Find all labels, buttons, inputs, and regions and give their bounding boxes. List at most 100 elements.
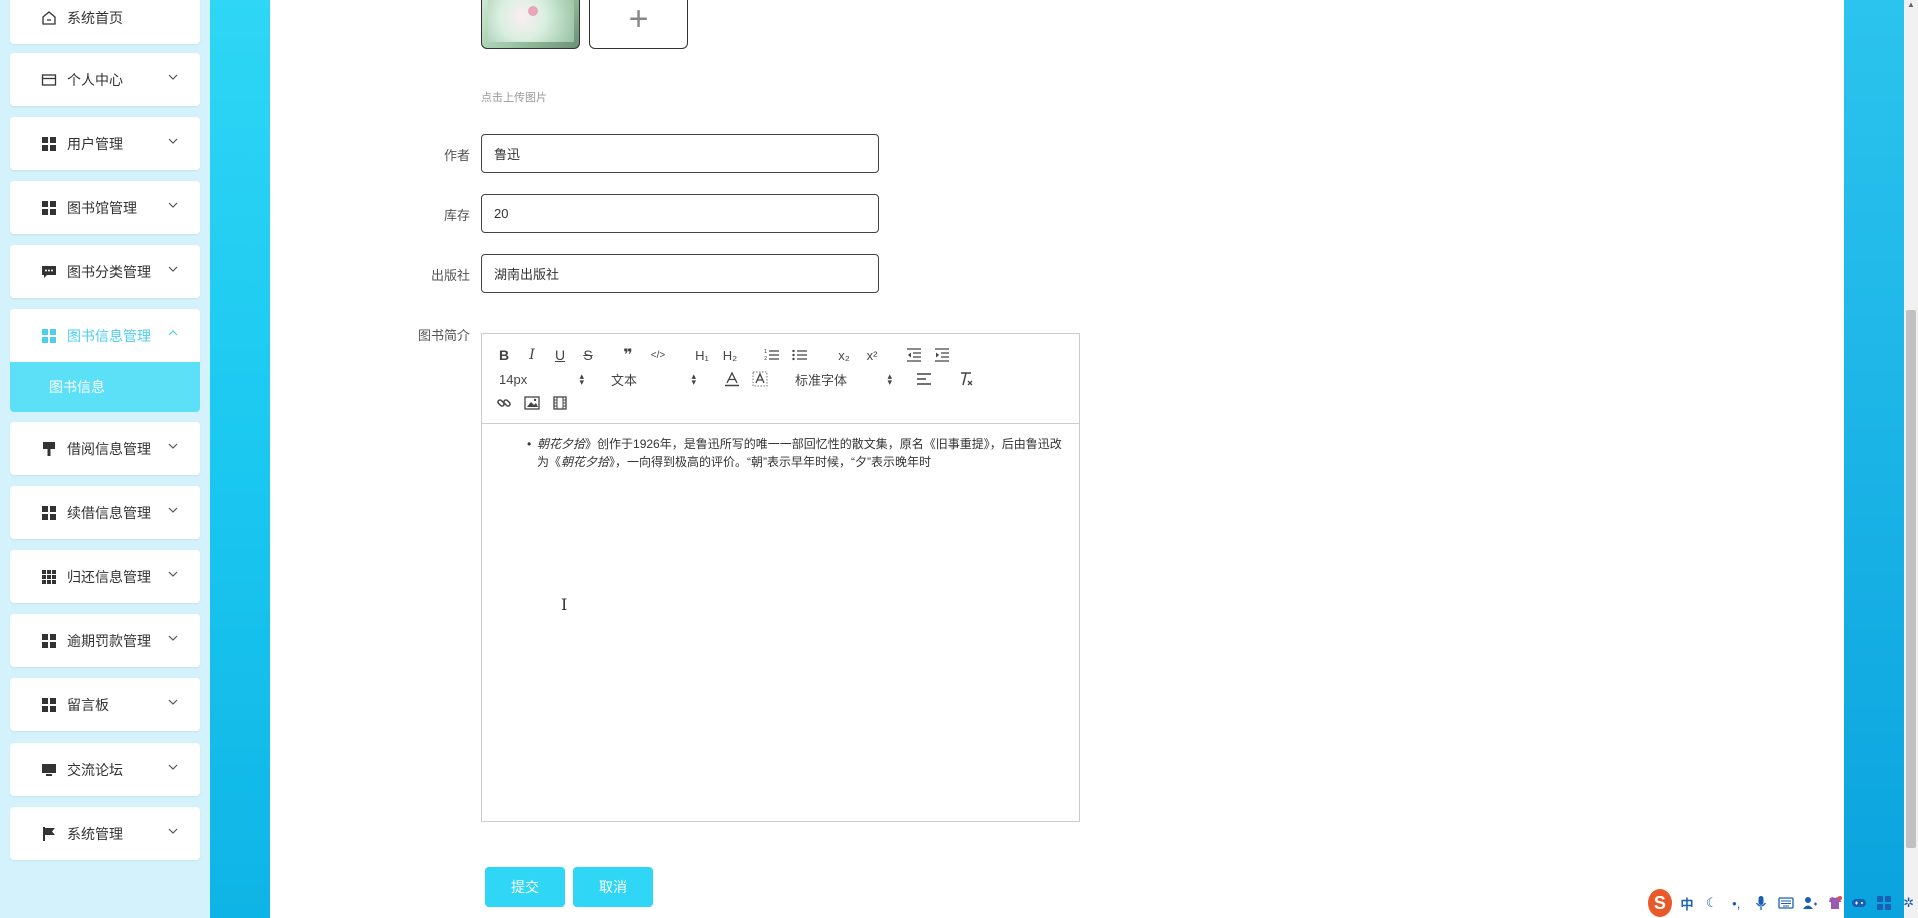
publisher-field[interactable] — [481, 254, 879, 293]
indent-icon[interactable] — [933, 346, 951, 364]
scrollbar-thumb[interactable] — [1906, 310, 1916, 848]
sidebar-item-system[interactable]: 系统管理 — [10, 807, 200, 860]
align-icon[interactable] — [915, 370, 933, 388]
sidebar-item-return[interactable]: 归还信息管理 — [10, 550, 200, 603]
list-item: 朝花夕拾》创作于1926年，是鲁迅所写的唯一一部回忆性的散文集，原名《旧事重提》… — [527, 435, 1063, 471]
chevron-down-icon — [166, 695, 180, 709]
sidebar-item-book-category[interactable]: 图书分类管理 — [10, 245, 200, 298]
ime-chinese-indicator[interactable]: 中 — [1678, 892, 1697, 914]
bullet-list-icon[interactable] — [791, 346, 809, 364]
skin-icon[interactable] — [1825, 892, 1844, 914]
sidebar-item-label: 留言板 — [67, 696, 109, 713]
strike-button[interactable]: S — [579, 346, 597, 364]
upload-hint: 点击上传图片 — [481, 92, 547, 104]
system-tray: S 中 ☾ •, ✲ — [1646, 888, 1918, 918]
sidebar-item-renew[interactable]: 续借信息管理 — [10, 486, 200, 539]
sidebar-item-messages[interactable]: 留言板 — [10, 678, 200, 731]
chevron-down-icon — [166, 439, 180, 453]
grid-icon — [41, 328, 57, 344]
monitor-icon — [41, 762, 57, 778]
sidebar-item-library[interactable]: 图书馆管理 — [10, 181, 200, 234]
chevron-down-icon — [166, 198, 180, 212]
submit-button[interactable]: 提交 — [485, 867, 565, 907]
sidebar-item-label: 图书馆管理 — [67, 199, 137, 216]
video-icon[interactable] — [551, 394, 569, 412]
grid9-icon — [41, 569, 57, 585]
blockquote-button[interactable]: ❞ — [619, 346, 637, 364]
publisher-label: 出版社 — [430, 268, 470, 283]
font-color-icon[interactable] — [723, 370, 741, 388]
sidebar-item-forum[interactable]: 交流论坛 — [10, 743, 200, 796]
chevron-down-icon — [166, 760, 180, 774]
book-cover-thumbnail[interactable] — [481, 0, 580, 49]
sidebar-item-overdue[interactable]: 逾期罚款管理 — [10, 614, 200, 667]
grid-icon — [41, 136, 57, 152]
moon-icon[interactable]: ☾ — [1702, 892, 1721, 914]
brush-icon — [41, 441, 57, 457]
grid-icon — [41, 697, 57, 713]
user-icon[interactable] — [1801, 892, 1820, 914]
cancel-button[interactable]: 取消 — [573, 867, 653, 907]
clear-format-icon[interactable] — [957, 370, 975, 388]
underline-button[interactable]: U — [551, 346, 569, 364]
home-icon — [41, 10, 57, 26]
flag-icon — [41, 826, 57, 842]
text-format-select[interactable]: 文本 ▴ ▾ — [611, 370, 696, 388]
italic-button[interactable]: I — [523, 346, 541, 364]
sidebar-item-profile[interactable]: 个人中心 — [10, 53, 200, 106]
grid-icon — [41, 200, 57, 216]
link-icon[interactable] — [495, 394, 513, 412]
chevron-down-icon — [166, 262, 180, 276]
author-field[interactable] — [481, 134, 879, 173]
sidebar-item-label: 图书信息管理 — [67, 327, 151, 344]
font-size-select[interactable]: 14px ▴ ▾ — [499, 370, 584, 388]
code-button[interactable]: </> — [647, 346, 669, 364]
editor-toolbar: B I U S ❞ </> H₁ H₂ 12 x₂ x² 14px ▴ ▾ 文本 ▴ ▾… — [482, 334, 1079, 424]
sidebar-item-label: 系统管理 — [67, 825, 123, 842]
upload-image-button[interactable]: + — [589, 0, 688, 49]
sidebar-item-home[interactable]: 系统首页 — [10, 0, 200, 44]
ordered-list-icon[interactable]: 12 — [763, 346, 781, 364]
background-color-icon[interactable] — [751, 370, 769, 388]
chevron-down-icon — [166, 631, 180, 645]
chevron-down-icon — [166, 824, 180, 838]
outdent-icon[interactable] — [905, 346, 923, 364]
sidebar-item-label: 借阅信息管理 — [67, 440, 151, 457]
select-arrows-icon: ▴ ▾ — [691, 371, 696, 387]
card-icon — [41, 72, 57, 88]
chevron-down-icon — [166, 70, 180, 84]
right-background — [1844, 0, 1904, 918]
author-label: 作者 — [443, 148, 470, 163]
sidebar-item-label: 交流论坛 — [67, 761, 123, 778]
scroll-up-icon[interactable]: ▲ — [1906, 0, 1916, 12]
microphone-icon[interactable] — [1752, 892, 1771, 914]
sidebar-item-book-info[interactable]: 图书信息管理 — [10, 309, 200, 362]
bold-button[interactable]: B — [495, 346, 513, 364]
settings-gear-icon[interactable]: ✲ — [1899, 892, 1918, 914]
sidebar-item-borrow[interactable]: 借阅信息管理 — [10, 422, 200, 475]
sidebar-item-users[interactable]: 用户管理 — [10, 117, 200, 170]
h1-button[interactable]: H₁ — [691, 346, 713, 364]
submenu-item-book-info[interactable]: 图书信息 — [10, 362, 200, 412]
punctuation-icon[interactable]: •, — [1727, 892, 1746, 914]
chevron-up-icon — [166, 326, 180, 340]
gamepad-icon[interactable] — [1850, 892, 1869, 914]
editor-content[interactable]: 朝花夕拾》创作于1926年，是鲁迅所写的唯一一部回忆性的散文集，原名《旧事重提》… — [482, 425, 1079, 821]
sidebar-item-label: 续借信息管理 — [67, 504, 151, 521]
grid-icon — [41, 633, 57, 649]
sidebar-item-label: 系统首页 — [67, 9, 123, 26]
apps-grid-icon[interactable] — [1875, 892, 1894, 914]
stock-field[interactable] — [481, 194, 879, 233]
superscript-button[interactable]: x² — [861, 346, 883, 364]
chat-icon — [41, 264, 57, 280]
sidebar-item-label: 归还信息管理 — [67, 568, 151, 585]
sidebar: 系统首页 个人中心 用户管理 图书馆管理 图书分类管理 图书信息管理 图书信息 … — [0, 0, 210, 918]
chevron-down-icon — [166, 567, 180, 581]
sogou-ime-logo[interactable]: S — [1648, 889, 1672, 917]
h2-button[interactable]: H₂ — [719, 346, 741, 364]
keyboard-icon[interactable] — [1776, 892, 1795, 914]
select-arrows-icon: ▴ ▾ — [579, 371, 584, 387]
subscript-button[interactable]: x₂ — [833, 346, 855, 364]
image-icon[interactable] — [523, 394, 541, 412]
font-family-select[interactable]: 标准字体 ▴ ▾ — [795, 370, 892, 388]
